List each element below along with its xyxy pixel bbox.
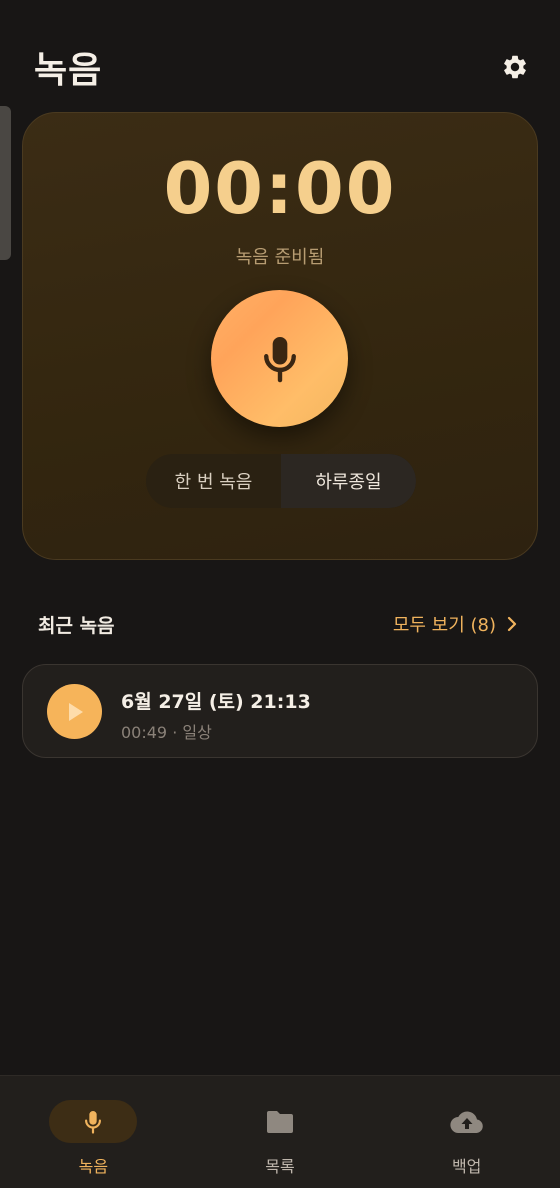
bottom-navigation: 녹음 목록 백업 <box>0 1075 560 1188</box>
nav-item-backup[interactable]: 백업 <box>373 1076 560 1188</box>
app-header: 녹음 <box>34 42 532 92</box>
settings-button[interactable] <box>498 50 532 84</box>
mode-all-day[interactable]: 하루종일 <box>281 454 416 508</box>
record-mode-toggle: 한 번 녹음 하루종일 <box>146 454 416 508</box>
play-icon <box>68 702 83 721</box>
recording-status: 녹음 준비됨 <box>235 247 325 268</box>
see-all-link[interactable]: 모두 보기 (8) <box>393 611 518 637</box>
recording-title: 6월 27일 (토) 21:13 <box>121 691 311 713</box>
nav-label-backup: 백업 <box>451 1157 482 1176</box>
nav-label-record: 녹음 <box>78 1157 109 1176</box>
folder-icon <box>267 1110 293 1133</box>
microphone-icon <box>263 336 296 382</box>
recent-title: 최근 녹음 <box>38 614 115 637</box>
chevron-right-icon <box>507 616 517 632</box>
nav-icon-container <box>423 1100 511 1143</box>
see-all-label: 모두 보기 (8) <box>392 615 496 636</box>
nav-icon-container <box>236 1100 324 1143</box>
mode-once[interactable]: 한 번 녹음 <box>146 454 281 508</box>
recording-meta: 00:49 · 일상 <box>121 723 212 742</box>
recording-timer: 00:00 <box>163 148 397 230</box>
cloud-upload-icon <box>450 1111 483 1133</box>
recent-section-header: 최근 녹음 모두 보기 (8) <box>38 606 518 642</box>
nav-label-list: 목록 <box>265 1157 295 1176</box>
recording-list-item[interactable]: 6월 27일 (토) 21:13 00:49 · 일상 <box>22 664 538 758</box>
nav-item-list[interactable]: 목록 <box>187 1076 374 1188</box>
gear-icon <box>504 55 526 79</box>
nav-icon-container <box>49 1100 138 1143</box>
play-button[interactable] <box>47 684 102 739</box>
nav-item-record[interactable]: 녹음 <box>0 1076 187 1188</box>
page-title: 녹음 <box>34 50 103 91</box>
microphone-icon <box>85 1110 102 1134</box>
record-button[interactable] <box>211 290 348 427</box>
